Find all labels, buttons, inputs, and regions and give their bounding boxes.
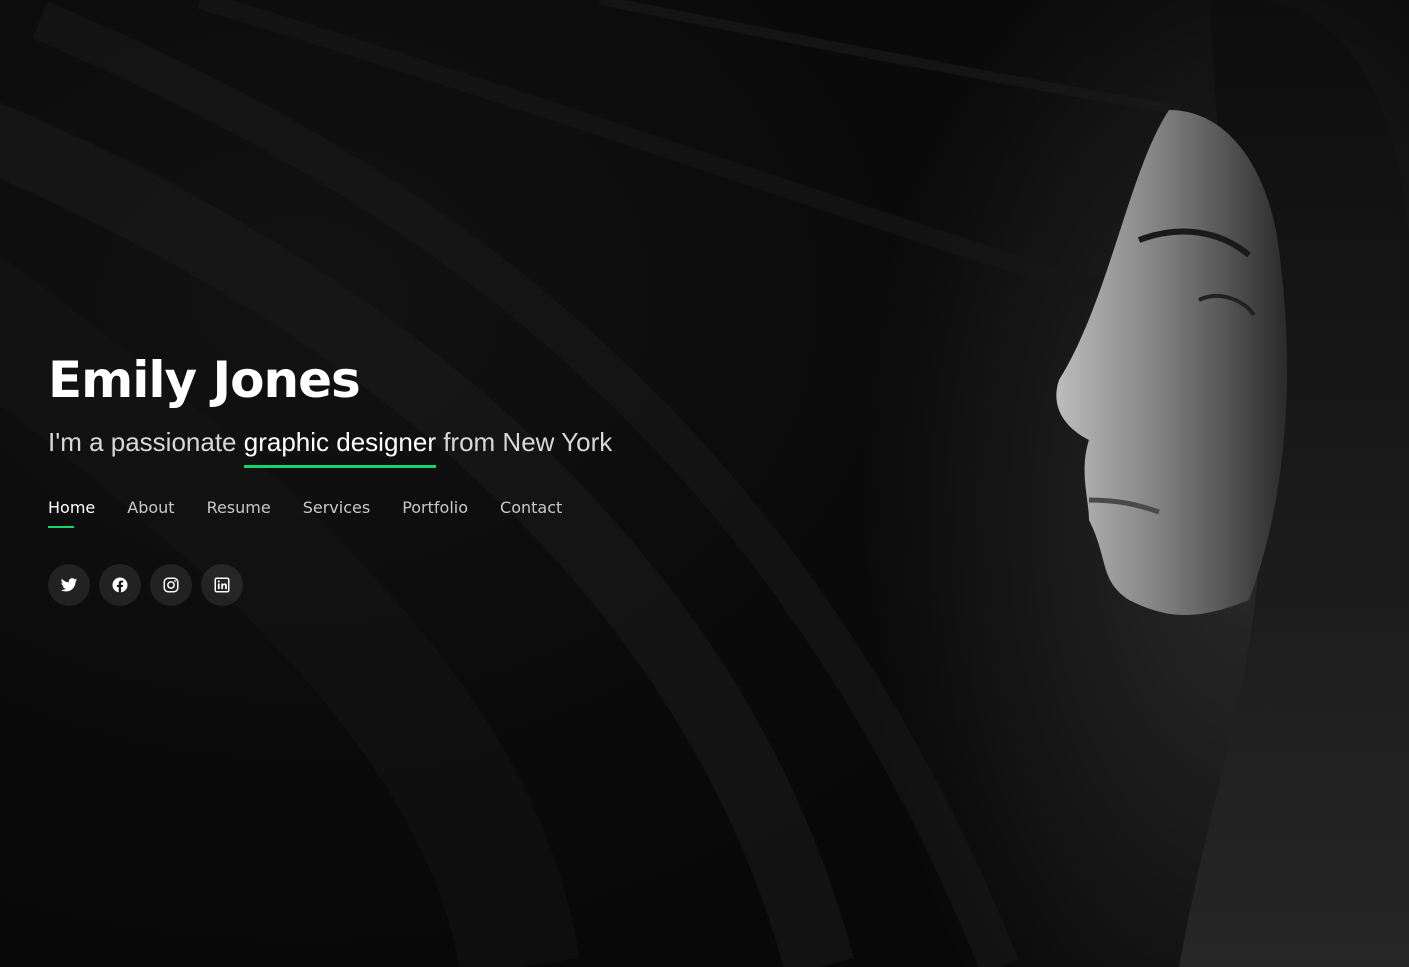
main-nav: Home About Resume Services Portfolio Con… xyxy=(48,496,748,528)
tagline: I'm a passionate graphic designer from N… xyxy=(48,424,748,468)
hero-content: Emily Jones I'm a passionate graphic des… xyxy=(48,348,748,606)
nav-portfolio-link[interactable]: Portfolio xyxy=(402,496,468,528)
linkedin-button[interactable] xyxy=(201,564,243,606)
facebook-icon xyxy=(112,577,128,593)
nav-about-link[interactable]: About xyxy=(127,496,174,528)
linkedin-icon xyxy=(214,577,230,593)
facebook-button[interactable] xyxy=(99,564,141,606)
nav-services-link[interactable]: Services xyxy=(303,496,370,528)
twitter-icon xyxy=(60,578,78,592)
social-links xyxy=(48,564,748,606)
tagline-prefix: I'm a passionate xyxy=(48,427,244,457)
tagline-suffix: from New York xyxy=(435,427,613,457)
portrait-image xyxy=(1056,0,1409,967)
instagram-icon xyxy=(163,577,179,593)
instagram-button[interactable] xyxy=(150,564,192,606)
nav-resume-link[interactable]: Resume xyxy=(207,496,271,528)
page-title: Emily Jones xyxy=(48,351,361,409)
nav-home-link[interactable]: Home xyxy=(48,496,95,528)
hero-section: Emily Jones I'm a passionate graphic des… xyxy=(0,0,1409,967)
twitter-button[interactable] xyxy=(48,564,90,606)
nav-contact-link[interactable]: Contact xyxy=(500,496,562,528)
tagline-highlight: graphic designer xyxy=(243,424,437,468)
